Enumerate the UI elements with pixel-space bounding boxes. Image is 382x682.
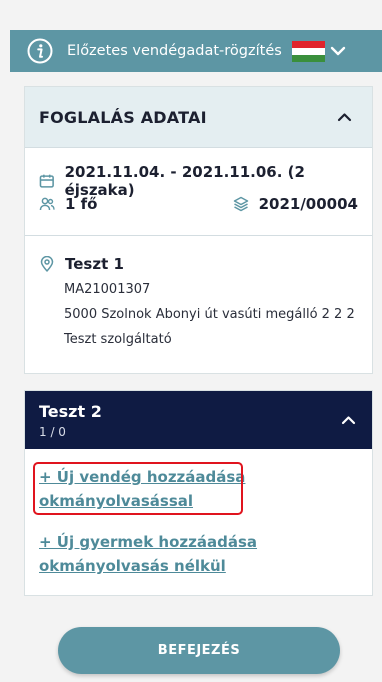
guest-count-row: 1 fő (39, 195, 98, 213)
booking-details-card: FOGLALÁS ADATAI 2021.11.04. - 2021.11.06… (24, 86, 373, 374)
page-title: Előzetes vendégadat-rögzítés (67, 43, 282, 59)
chevron-down-icon[interactable] (330, 46, 346, 56)
people-icon (39, 197, 55, 211)
booking-number-row: 2021/00004 (233, 195, 358, 213)
booking-details-header[interactable]: FOGLALÁS ADATAI (25, 87, 372, 148)
app-header: Előzetes vendégadat-rögzítés (10, 30, 382, 72)
add-child-without-scan-link[interactable]: + Új gyermek hozzáadása okmányolvasás né… (39, 530, 257, 578)
guest-name: Teszt 2 (39, 402, 102, 421)
calendar-icon (39, 174, 54, 188)
layers-icon (233, 196, 248, 212)
chevron-up-icon[interactable] (341, 415, 356, 425)
guest-counter: 1 / 0 (39, 425, 66, 439)
booking-dates: 2021.11.04. - 2021.11.06. (2 éjszaka) (64, 163, 305, 199)
booking-details-title: FOGLALÁS ADATAI (39, 107, 207, 127)
hungarian-flag-icon[interactable] (291, 40, 325, 62)
booking-number: 2021/00004 (258, 195, 358, 213)
finish-button[interactable]: BEFEJEZÉS (58, 627, 340, 674)
location-name: Teszt 1 (65, 255, 124, 273)
add-child-link-line2[interactable]: okmányolvasás nélkül (39, 557, 226, 575)
guest-card-header[interactable]: Teszt 2 1 / 0 (25, 391, 372, 449)
add-child-link-line1[interactable]: + Új gyermek hozzáadása (39, 533, 257, 551)
divider (25, 235, 372, 236)
service-provider: Teszt szolgáltató (64, 332, 172, 347)
booking-dates-row: 2021.11.04. - 2021.11.06. (2 éjszaka) (39, 163, 372, 199)
highlight-annotation (33, 462, 243, 515)
location-code: MA21001307 (64, 282, 151, 297)
chevron-up-icon[interactable] (337, 112, 352, 122)
location-pin-icon (40, 256, 54, 272)
location-name-row: Teszt 1 (39, 255, 124, 273)
guest-count: 1 fő (65, 195, 98, 213)
location-address: 5000 Szolnok Abonyi út vasúti megálló 2 … (64, 307, 355, 322)
info-icon[interactable] (27, 38, 53, 64)
